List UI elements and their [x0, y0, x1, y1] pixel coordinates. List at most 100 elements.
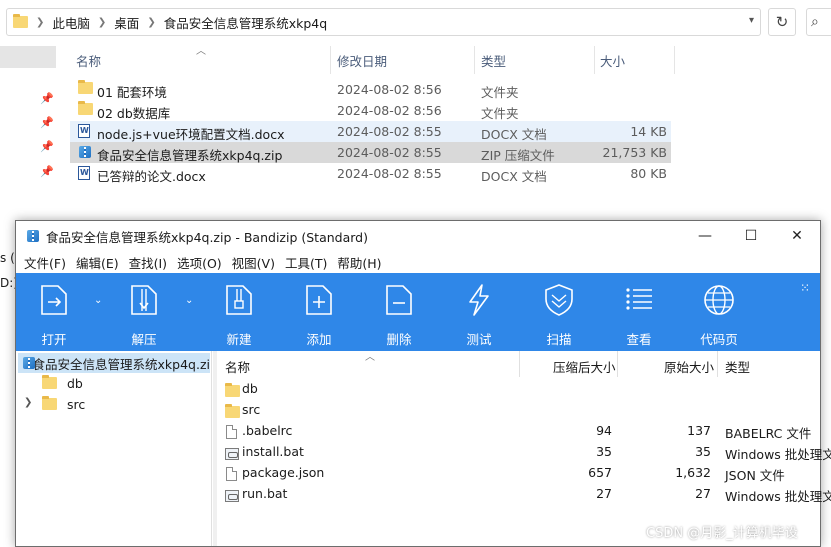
- archive-file-list: 名称 ︿ 压缩后大小 原始大小 类型 db src .babelrc 94 13…: [217, 351, 831, 546]
- column-header-type[interactable]: 类型: [481, 46, 506, 74]
- sort-ascending-icon: ︿: [365, 352, 375, 363]
- file-row[interactable]: 01 配套环境 2024-08-02 8:56 文件夹: [70, 79, 671, 100]
- list-view-icon: [626, 288, 652, 310]
- window-title: 食品安全信息管理系统xkp4q.zip - Bandizip (Standard…: [46, 229, 368, 245]
- menu-help[interactable]: 帮助(H): [337, 253, 381, 272]
- nav-selected-item[interactable]: [0, 46, 56, 68]
- menu-find[interactable]: 查找(I): [129, 253, 167, 272]
- column-divider[interactable]: [330, 46, 331, 74]
- list-item[interactable]: run.bat 27 27 Windows 批处理文件: [217, 483, 831, 504]
- folder-icon: [78, 101, 93, 115]
- extract-dropdown-icon[interactable]: ⌄: [185, 295, 193, 306]
- column-header-packed-size[interactable]: 压缩后大小: [553, 357, 616, 376]
- new-archive-button[interactable]: 新建: [204, 273, 274, 351]
- pin-icon[interactable]: 📌: [40, 116, 54, 129]
- open-button[interactable]: 打开: [19, 273, 89, 351]
- breadcrumb-this-pc[interactable]: 此电脑: [52, 13, 90, 32]
- chevron-right-icon[interactable]: ❯: [24, 397, 32, 408]
- list-item[interactable]: .babelrc 94 137 BABELRC 文件: [217, 420, 820, 441]
- extract-button[interactable]: 解压: [109, 273, 179, 351]
- toolbar: 打开 ⌄ 解压 ⌄ 新建 添加 删除 测试 扫描 查看 代码页 ⁙: [16, 273, 820, 351]
- column-header-size[interactable]: 大小: [600, 46, 625, 74]
- chevron-right-icon[interactable]: ❯: [147, 17, 155, 28]
- close-button[interactable]: ✕: [774, 221, 820, 251]
- chevron-right-icon[interactable]: ❯: [36, 17, 44, 28]
- file-row[interactable]: node.js+vue环境配置文档.docx 2024-08-02 8:55 D…: [70, 121, 671, 142]
- menu-options[interactable]: 选项(O): [177, 253, 222, 272]
- docx-icon: [78, 124, 90, 138]
- list-item[interactable]: db: [217, 378, 820, 399]
- pin-icon[interactable]: 📌: [40, 165, 54, 178]
- search-icon: ⌕: [811, 14, 819, 30]
- docx-icon: [78, 166, 90, 180]
- scan-button[interactable]: 扫描: [524, 273, 594, 351]
- bat-icon: [225, 490, 239, 502]
- minimize-button[interactable]: —: [682, 221, 728, 251]
- title-bar[interactable]: 食品安全信息管理系统xkp4q.zip - Bandizip (Standard…: [16, 221, 820, 251]
- column-divider[interactable]: [617, 351, 618, 377]
- view-button[interactable]: 查看: [604, 273, 674, 351]
- zip-icon: [78, 145, 92, 159]
- menu-view[interactable]: 视图(V): [232, 253, 275, 272]
- zip-icon: [22, 356, 35, 370]
- extract-icon: [131, 285, 157, 315]
- new-archive-icon: [226, 285, 252, 315]
- column-divider[interactable]: [717, 351, 718, 377]
- maximize-icon: ☐: [744, 228, 758, 244]
- menu-edit[interactable]: 编辑(E): [76, 253, 119, 272]
- menu-file[interactable]: 文件(F): [24, 253, 66, 272]
- menu-bar: 文件(F) 编辑(E) 查找(I) 选项(O) 视图(V) 工具(T) 帮助(H…: [16, 251, 820, 273]
- file-row[interactable]: 已答辩的论文.docx 2024-08-02 8:55 DOCX 文档 80 K…: [70, 163, 671, 184]
- breadcrumb-desktop[interactable]: 桌面: [114, 13, 139, 32]
- menu-tools[interactable]: 工具(T): [285, 253, 327, 272]
- shield-icon: [545, 284, 573, 316]
- breadcrumb-current-folder[interactable]: 食品安全信息管理系统xkp4q: [164, 13, 327, 32]
- folder-icon: [42, 396, 57, 410]
- test-icon: [469, 284, 489, 316]
- test-button[interactable]: 测试: [444, 273, 514, 351]
- list-item[interactable]: install.bat 35 35 Windows 批处理文件: [217, 441, 831, 462]
- chevron-down-icon[interactable]: ▾: [749, 15, 754, 26]
- bandizip-window: 食品安全信息管理系统xkp4q.zip - Bandizip (Standard…: [15, 220, 831, 547]
- pin-icon[interactable]: 📌: [40, 92, 54, 105]
- folder-tree: 食品安全信息管理系统xkp4q.zi db ❯ src: [16, 351, 212, 546]
- file-icon: [226, 467, 237, 481]
- list-item[interactable]: src: [217, 399, 820, 420]
- csdn-watermark: CSDN @月影_计算机毕设: [646, 526, 798, 541]
- tree-item-root[interactable]: 食品安全信息管理系统xkp4q.zi: [18, 353, 210, 373]
- open-dropdown-icon[interactable]: ⌄: [94, 295, 102, 306]
- refresh-button[interactable]: ↻: [768, 8, 796, 36]
- file-row[interactable]: 02 db数据库 2024-08-02 8:56 文件夹: [70, 100, 671, 121]
- layout-grid-icon[interactable]: ⁙: [800, 281, 810, 295]
- minimize-icon: —: [698, 228, 712, 244]
- bandizip-app-icon[interactable]: [26, 229, 40, 243]
- column-divider[interactable]: [674, 46, 675, 74]
- folder-icon: [225, 404, 240, 418]
- search-input[interactable]: ⌕: [806, 8, 831, 36]
- column-header-name[interactable]: 名称: [225, 357, 250, 376]
- column-header-type[interactable]: 类型: [725, 357, 750, 376]
- codepage-button[interactable]: 代码页: [684, 273, 754, 351]
- column-divider[interactable]: [594, 46, 595, 74]
- column-header-original-size[interactable]: 原始大小: [664, 357, 714, 376]
- address-row: ❯ 此电脑 ❯ 桌面 ❯ 食品安全信息管理系统xkp4q ▾ ↻ ⌕: [0, 0, 831, 42]
- column-divider[interactable]: [519, 351, 520, 377]
- address-bar[interactable]: ❯ 此电脑 ❯ 桌面 ❯ 食品安全信息管理系统xkp4q ▾: [6, 8, 761, 36]
- maximize-button[interactable]: ☐: [728, 221, 774, 251]
- add-file-button[interactable]: 添加: [284, 273, 354, 351]
- tree-item-src[interactable]: src: [42, 394, 85, 414]
- tree-item-db[interactable]: db: [42, 373, 83, 393]
- chevron-right-icon[interactable]: ❯: [98, 17, 106, 28]
- file-row[interactable]: 食品安全信息管理系统xkp4q.zip 2024-08-02 8:55 ZIP …: [70, 142, 671, 163]
- column-divider[interactable]: [474, 46, 475, 74]
- globe-icon: [704, 285, 734, 315]
- bat-icon: [225, 448, 239, 460]
- list-item[interactable]: package.json 657 1,632 JSON 文件: [217, 462, 820, 483]
- folder-icon: [42, 375, 57, 389]
- pin-icon[interactable]: 📌: [40, 140, 54, 153]
- refresh-icon: ↻: [775, 13, 789, 31]
- column-header-name[interactable]: 名称: [76, 46, 101, 74]
- delete-file-button[interactable]: 删除: [364, 273, 434, 351]
- close-icon: ✕: [791, 228, 803, 244]
- column-header-date[interactable]: 修改日期: [337, 46, 387, 74]
